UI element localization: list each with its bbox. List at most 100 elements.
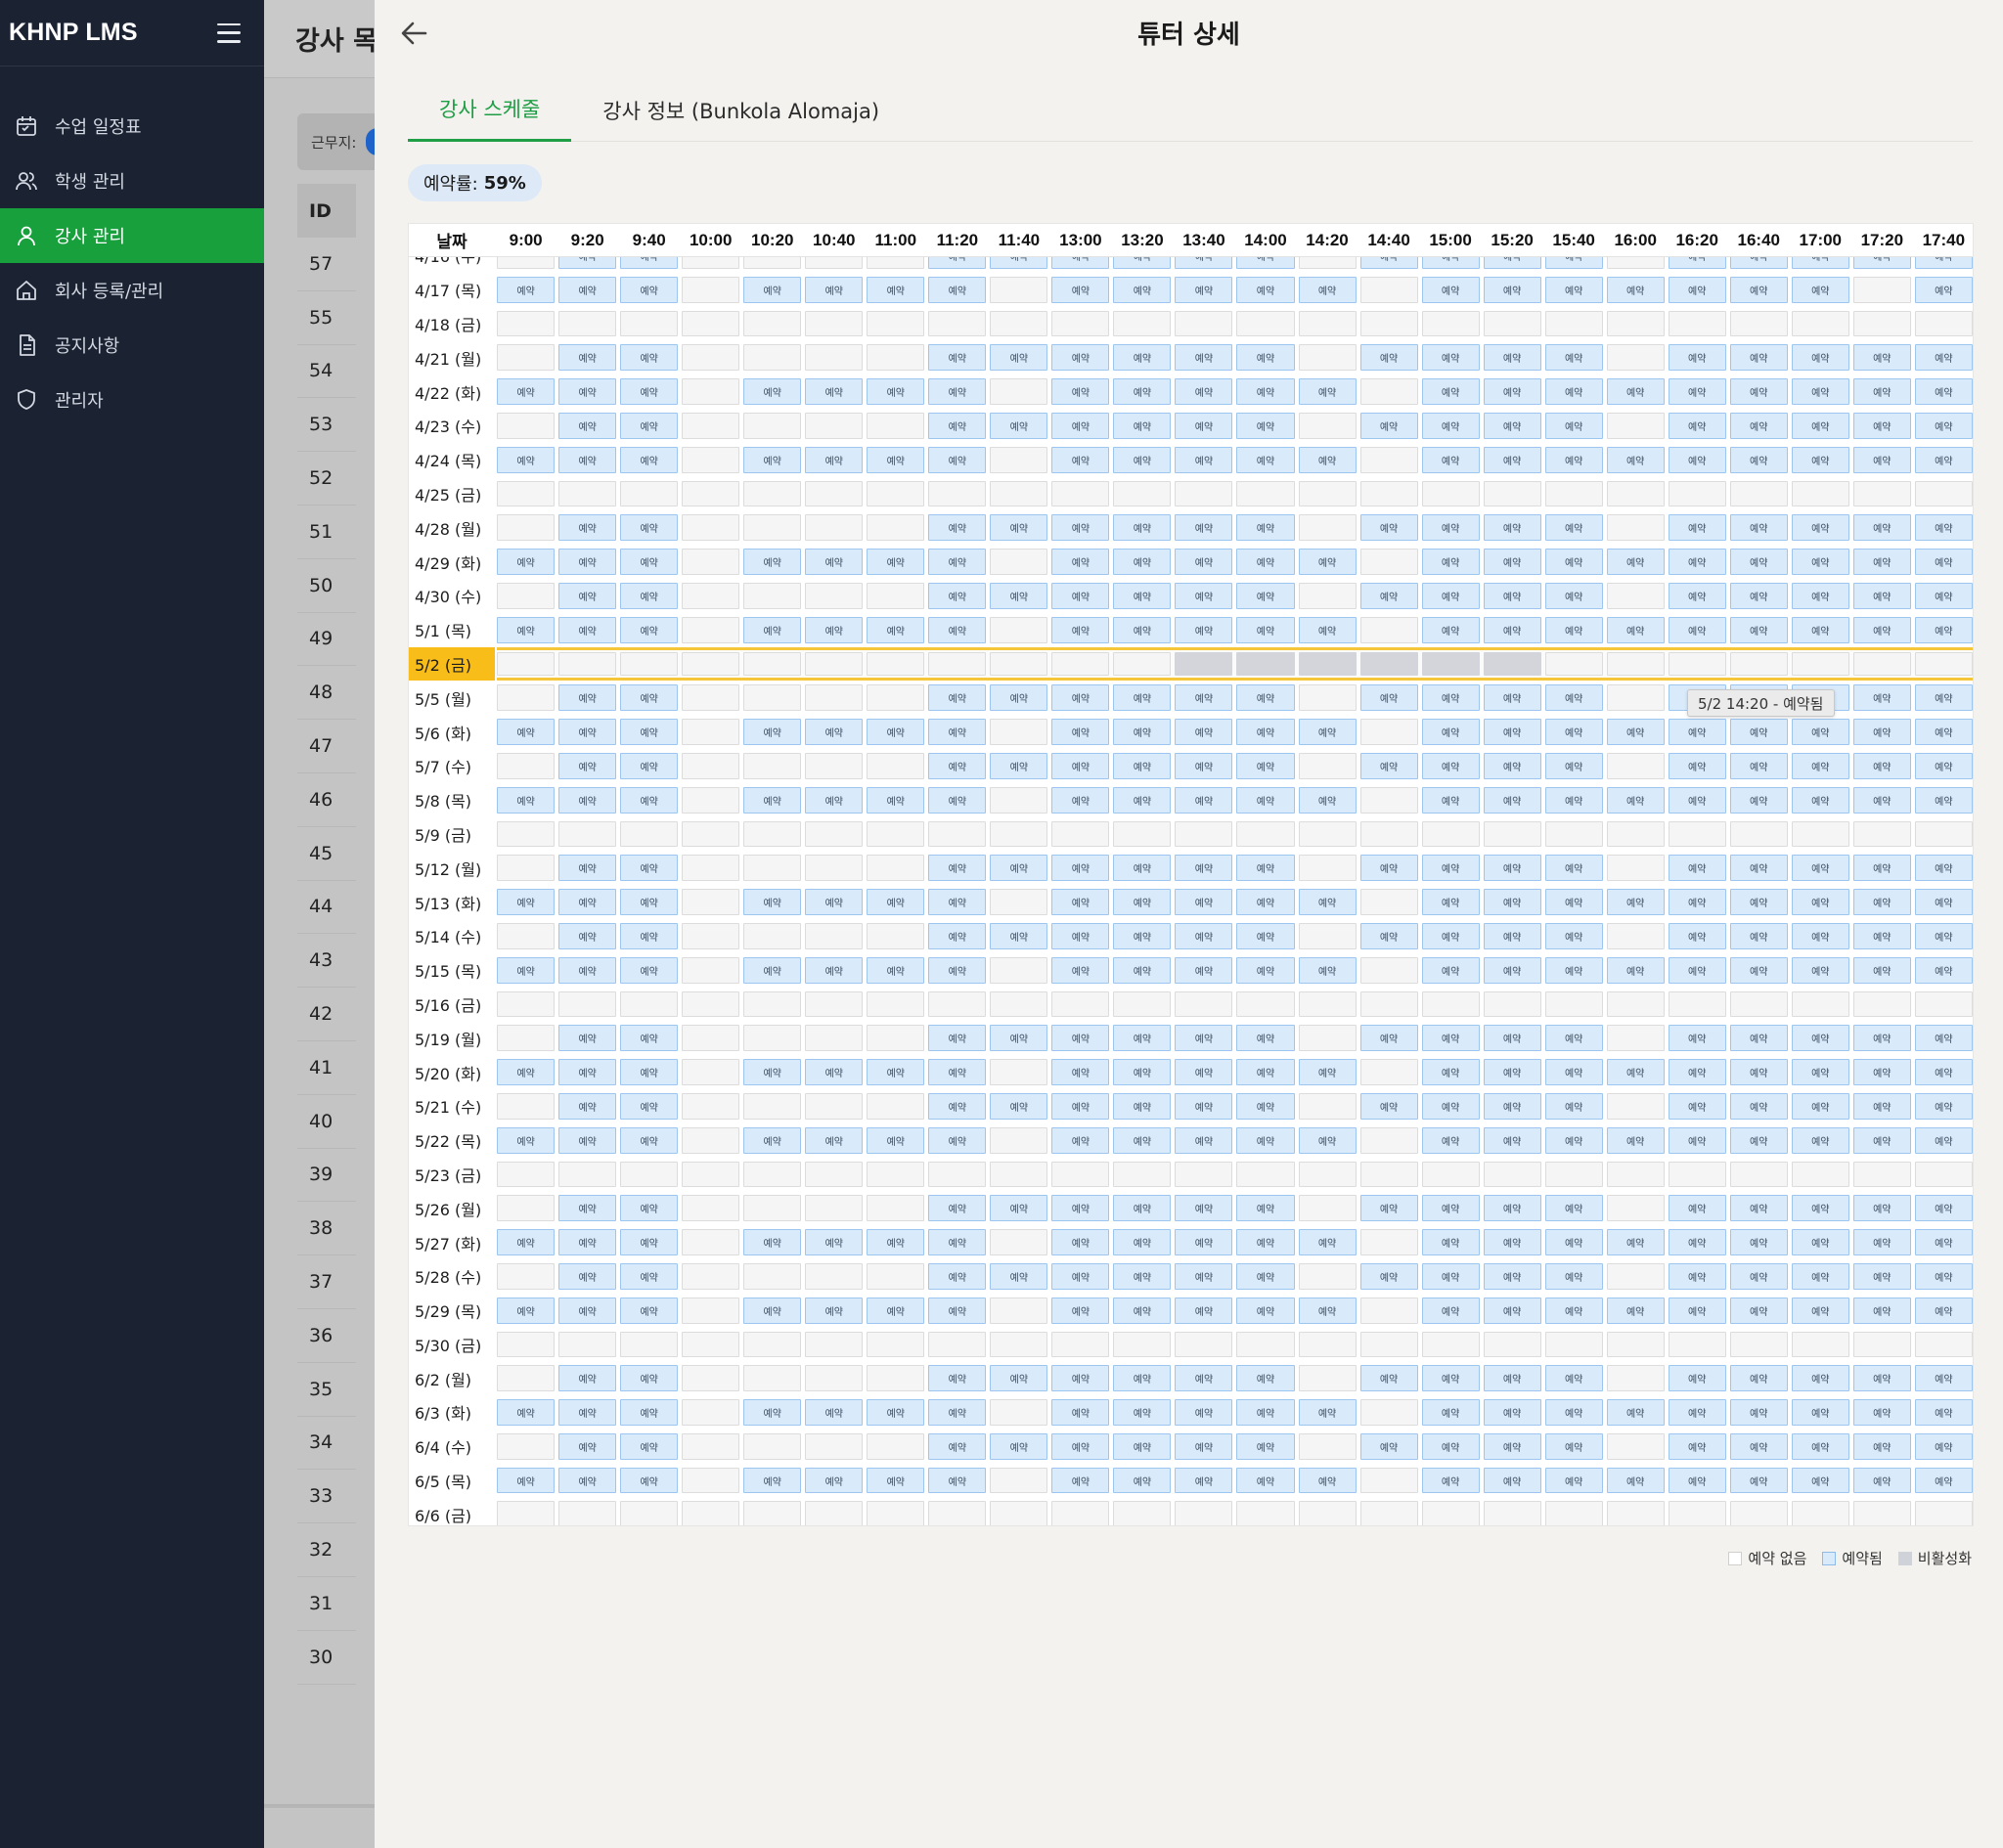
slot-booked[interactable]: 예약: [1667, 1430, 1728, 1464]
slot-empty[interactable]: [1297, 510, 1358, 545]
slot-booked[interactable]: 예약: [1173, 1191, 1234, 1225]
slot-booked[interactable]: 예약: [926, 510, 988, 545]
slot-booked[interactable]: 예약: [1420, 749, 1482, 783]
slot-booked[interactable]: 예약: [1297, 273, 1358, 307]
slot-booked[interactable]: 예약: [495, 953, 556, 988]
slot-booked[interactable]: 예약: [1049, 1430, 1111, 1464]
slot-booked[interactable]: 예약: [926, 1464, 988, 1498]
slot-booked[interactable]: 예약: [988, 1361, 1049, 1395]
slot-empty[interactable]: [865, 1361, 926, 1395]
slot-booked[interactable]: 예약: [1790, 1395, 1851, 1430]
slot-empty[interactable]: [680, 715, 741, 749]
slot-booked[interactable]: 예약: [1111, 1123, 1173, 1158]
slot-booked[interactable]: 예약: [926, 374, 988, 409]
slot-empty[interactable]: [556, 988, 618, 1022]
slot-booked[interactable]: 예약: [1049, 545, 1111, 579]
slot-booked[interactable]: 예약: [988, 681, 1049, 715]
slot-empty[interactable]: [803, 510, 865, 545]
slot-booked[interactable]: 예약: [1297, 1395, 1358, 1430]
slot-booked[interactable]: 예약: [1358, 510, 1420, 545]
slot-empty[interactable]: [680, 579, 741, 613]
slot-booked[interactable]: 예약: [1728, 919, 1790, 953]
slot-booked[interactable]: 예약: [556, 851, 618, 885]
slot-empty[interactable]: [1913, 477, 1973, 511]
slot-empty[interactable]: [680, 1328, 741, 1362]
slot-empty[interactable]: [1605, 340, 1667, 374]
slot-booked[interactable]: 예약: [741, 715, 803, 749]
slot-empty[interactable]: [741, 749, 803, 783]
slot-booked[interactable]: 예약: [1851, 885, 1913, 919]
slot-empty[interactable]: [865, 409, 926, 443]
slot-empty[interactable]: [1667, 817, 1728, 852]
slot-empty[interactable]: [1049, 647, 1111, 682]
slot-booked[interactable]: 예약: [618, 1123, 680, 1158]
sidebar-item-notice[interactable]: 공지사항: [0, 318, 264, 373]
slot-booked[interactable]: 예약: [1667, 545, 1728, 579]
slot-booked[interactable]: 예약: [1728, 1021, 1790, 1055]
slot-booked[interactable]: 예약: [1790, 1089, 1851, 1123]
slot-empty[interactable]: [495, 1021, 556, 1055]
slot-empty[interactable]: [1913, 817, 1973, 852]
slot-empty[interactable]: [1358, 1395, 1420, 1430]
slot-empty[interactable]: [1297, 579, 1358, 613]
slot-booked[interactable]: 예약: [495, 1464, 556, 1498]
slot-booked[interactable]: 예약: [1667, 749, 1728, 783]
slot-empty[interactable]: [618, 477, 680, 511]
slot-empty[interactable]: [1667, 1158, 1728, 1192]
slot-empty[interactable]: [1297, 851, 1358, 885]
slot-booked[interactable]: 예약: [988, 1021, 1049, 1055]
slot-booked[interactable]: 예약: [1111, 273, 1173, 307]
slot-booked[interactable]: 예약: [1420, 885, 1482, 919]
slot-empty[interactable]: [680, 851, 741, 885]
slot-booked[interactable]: 예약: [1851, 919, 1913, 953]
slot-booked[interactable]: 예약: [926, 885, 988, 919]
slot-empty[interactable]: [803, 1361, 865, 1395]
slot-empty[interactable]: [1111, 647, 1173, 682]
slot-booked[interactable]: 예약: [1543, 409, 1605, 443]
slot-empty[interactable]: [1111, 817, 1173, 852]
slot-booked[interactable]: 예약: [1297, 1123, 1358, 1158]
slot-empty[interactable]: [618, 988, 680, 1022]
slot-booked[interactable]: 예약: [618, 715, 680, 749]
slot-booked[interactable]: 예약: [495, 545, 556, 579]
slot-booked[interactable]: 예약: [1605, 1225, 1667, 1259]
slot-booked[interactable]: 예약: [618, 1021, 680, 1055]
slot-booked[interactable]: 예약: [926, 409, 988, 443]
slot-empty[interactable]: [865, 579, 926, 613]
slot-booked[interactable]: 예약: [495, 1055, 556, 1089]
slot-booked[interactable]: 예약: [1913, 1294, 1973, 1328]
slot-booked[interactable]: 예약: [1667, 1294, 1728, 1328]
slot-empty[interactable]: [1482, 817, 1543, 852]
slot-empty[interactable]: [618, 1497, 680, 1525]
slot-empty[interactable]: [556, 647, 618, 682]
slot-empty[interactable]: [1543, 1158, 1605, 1192]
slot-empty[interactable]: [803, 1089, 865, 1123]
slot-booked[interactable]: 예약: [865, 1123, 926, 1158]
slot-booked[interactable]: 예약: [1358, 1021, 1420, 1055]
slot-booked[interactable]: 예약: [1111, 409, 1173, 443]
slot-empty[interactable]: [1297, 1430, 1358, 1464]
slot-empty[interactable]: [865, 817, 926, 852]
slot-booked[interactable]: 예약: [1111, 851, 1173, 885]
slot-empty[interactable]: [495, 1430, 556, 1464]
slot-booked[interactable]: 예약: [1913, 1430, 1973, 1464]
slot-empty[interactable]: [556, 307, 618, 341]
slot-booked[interactable]: 예약: [618, 1430, 680, 1464]
slot-empty[interactable]: [1913, 1158, 1973, 1192]
slot-booked[interactable]: 예약: [556, 613, 618, 647]
slot-booked[interactable]: 예약: [1049, 851, 1111, 885]
slot-booked[interactable]: 예약: [988, 851, 1049, 885]
slot-empty[interactable]: [1420, 1158, 1482, 1192]
slot-booked[interactable]: 예약: [556, 749, 618, 783]
slot-booked[interactable]: 예약: [1173, 953, 1234, 988]
slot-empty[interactable]: [865, 1191, 926, 1225]
slot-booked[interactable]: 예약: [926, 681, 988, 715]
slot-booked[interactable]: 예약: [1111, 1430, 1173, 1464]
slot-booked[interactable]: 예약: [1111, 443, 1173, 477]
slot-booked[interactable]: 예약: [1790, 749, 1851, 783]
slot-booked[interactable]: 예약: [556, 919, 618, 953]
slot-booked[interactable]: 예약: [1111, 885, 1173, 919]
slot-booked[interactable]: 예약: [1605, 1464, 1667, 1498]
slot-empty[interactable]: [556, 1158, 618, 1192]
slot-booked[interactable]: 예약: [988, 340, 1049, 374]
